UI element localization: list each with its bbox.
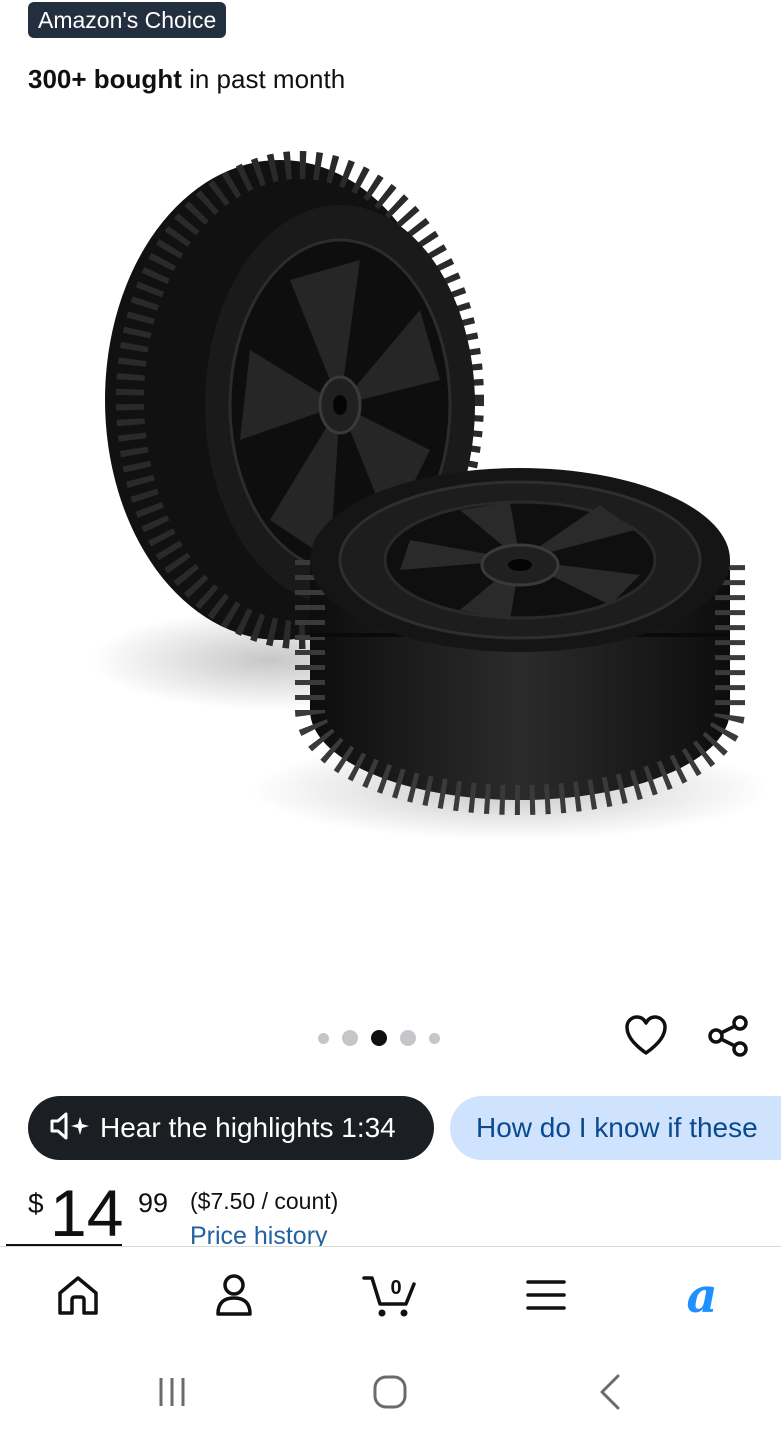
home-icon[interactable] <box>48 1267 108 1323</box>
rufus-glyph: a <box>686 1270 717 1320</box>
heart-icon[interactable] <box>622 1012 670 1060</box>
ask-question-label: How do I know if these <box>476 1112 758 1143</box>
amazons-choice-badge: Amazon's Choice <box>28 2 227 38</box>
hear-highlights-button[interactable]: Hear the highlights 1:34 <box>28 1096 434 1160</box>
price-whole: 14 <box>50 1182 124 1248</box>
bottom-nav: 0 a <box>0 1246 781 1346</box>
system-nav-bar <box>0 1346 781 1440</box>
speaker-sparkle-icon <box>48 1111 92 1146</box>
hear-highlights-label: Hear the highlights 1:34 <box>100 1112 396 1143</box>
system-home-icon[interactable] <box>365 1370 415 1414</box>
wheel-front <box>295 468 745 815</box>
rufus-icon[interactable]: a <box>672 1267 732 1323</box>
price-fraction: 99 <box>138 1188 169 1218</box>
carousel-dot-active[interactable] <box>371 1030 387 1046</box>
account-icon[interactable] <box>204 1267 264 1323</box>
price-history-link[interactable]: Price history <box>190 1222 328 1248</box>
carousel-dots[interactable] <box>318 1028 440 1048</box>
share-icon[interactable] <box>704 1012 752 1060</box>
carousel-dot[interactable] <box>342 1030 358 1046</box>
unit-price: ($7.50 / count) <box>190 1188 339 1214</box>
recents-icon[interactable] <box>147 1370 197 1414</box>
price-symbol: $ <box>28 1188 44 1219</box>
price-block: $ 14 99 ($7.50 / count) Price history <box>28 1182 768 1248</box>
ask-question-chip[interactable]: How do I know if these <box>450 1096 781 1160</box>
menu-icon[interactable] <box>516 1267 576 1323</box>
carousel-dot[interactable] <box>318 1032 329 1044</box>
carousel-dot[interactable] <box>400 1030 416 1046</box>
product-image[interactable] <box>40 100 780 916</box>
bought-count-bold: 300+ bought <box>28 64 182 94</box>
carousel-dot[interactable] <box>429 1032 440 1044</box>
back-icon[interactable] <box>585 1370 635 1414</box>
bought-count-rest: in past month <box>181 64 346 94</box>
cart-count: 0 <box>390 1277 401 1299</box>
bought-count: 300+ bought in past month <box>28 64 345 95</box>
cart-icon[interactable]: 0 <box>360 1267 420 1323</box>
